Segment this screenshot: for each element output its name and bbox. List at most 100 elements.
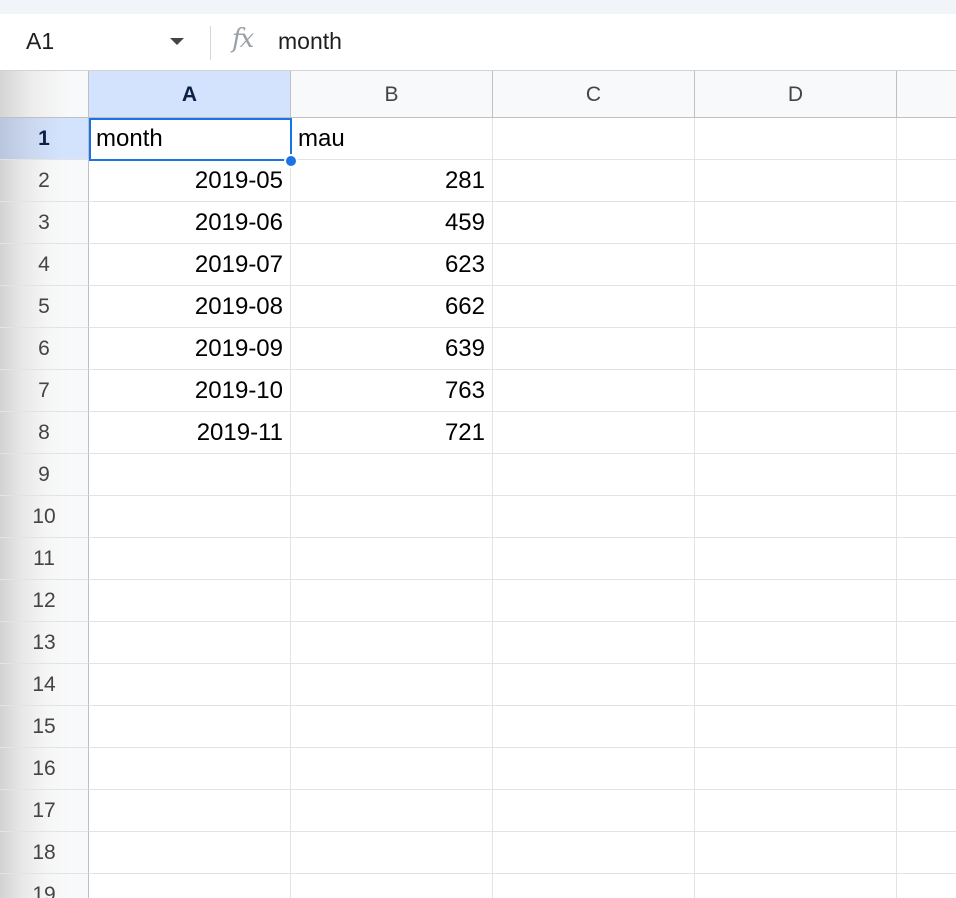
row-header-16[interactable]: 16 (0, 748, 89, 790)
cell-a19[interactable] (89, 874, 291, 898)
cell-b19[interactable] (291, 874, 493, 898)
cell-b6[interactable]: 639 (291, 328, 493, 370)
column-header-e[interactable] (897, 71, 956, 118)
cell-b1[interactable]: mau (291, 118, 493, 160)
cell-d9[interactable] (695, 454, 897, 496)
cell-a1[interactable]: month (89, 118, 291, 160)
cell-a13[interactable] (89, 622, 291, 664)
cell-a8[interactable]: 2019-11 (89, 412, 291, 454)
cell-b3[interactable]: 459 (291, 202, 493, 244)
cell-a15[interactable] (89, 706, 291, 748)
row-header-9[interactable]: 9 (0, 454, 89, 496)
cell-d16[interactable] (695, 748, 897, 790)
cell-d12[interactable] (695, 580, 897, 622)
cell-a11[interactable] (89, 538, 291, 580)
row-header-4[interactable]: 4 (0, 244, 89, 286)
cell-b12[interactable] (291, 580, 493, 622)
select-all-corner[interactable] (0, 71, 89, 118)
formula-input[interactable]: month (278, 28, 342, 55)
row-header-10[interactable]: 10 (0, 496, 89, 538)
cell-c18[interactable] (493, 832, 695, 874)
row-header-12[interactable]: 12 (0, 580, 89, 622)
cell-a9[interactable] (89, 454, 291, 496)
row-header-19[interactable]: 19 (0, 874, 89, 898)
cell-d3[interactable] (695, 202, 897, 244)
cell-b4[interactable]: 623 (291, 244, 493, 286)
cell-d6[interactable] (695, 328, 897, 370)
name-box-dropdown-icon[interactable] (170, 38, 184, 45)
row-header-6[interactable]: 6 (0, 328, 89, 370)
row-header-11[interactable]: 11 (0, 538, 89, 580)
cell-b17[interactable] (291, 790, 493, 832)
cell-c17[interactable] (493, 790, 695, 832)
cell-b11[interactable] (291, 538, 493, 580)
cell-b10[interactable] (291, 496, 493, 538)
cell-a3[interactable]: 2019-06 (89, 202, 291, 244)
cell-e1[interactable] (897, 118, 956, 160)
cell-d2[interactable] (695, 160, 897, 202)
cell-c10[interactable] (493, 496, 695, 538)
column-header-c[interactable]: C (493, 71, 695, 118)
cell-c6[interactable] (493, 328, 695, 370)
column-header-a[interactable]: A (89, 71, 291, 118)
column-header-d[interactable]: D (695, 71, 897, 118)
cell-a2[interactable]: 2019-05 (89, 160, 291, 202)
cell-c19[interactable] (493, 874, 695, 898)
cell-e18[interactable] (897, 832, 956, 874)
cell-b13[interactable] (291, 622, 493, 664)
cell-c12[interactable] (493, 580, 695, 622)
row-header-3[interactable]: 3 (0, 202, 89, 244)
cell-b16[interactable] (291, 748, 493, 790)
row-header-17[interactable]: 17 (0, 790, 89, 832)
cell-d11[interactable] (695, 538, 897, 580)
cell-e9[interactable] (897, 454, 956, 496)
cell-b15[interactable] (291, 706, 493, 748)
cell-e16[interactable] (897, 748, 956, 790)
cell-a16[interactable] (89, 748, 291, 790)
cell-e5[interactable] (897, 286, 956, 328)
cell-c11[interactable] (493, 538, 695, 580)
fill-handle[interactable] (284, 154, 298, 168)
cell-c1[interactable] (493, 118, 695, 160)
cell-e3[interactable] (897, 202, 956, 244)
cell-d18[interactable] (695, 832, 897, 874)
row-header-13[interactable]: 13 (0, 622, 89, 664)
cell-e2[interactable] (897, 160, 956, 202)
cell-c4[interactable] (493, 244, 695, 286)
cell-e13[interactable] (897, 622, 956, 664)
cell-e14[interactable] (897, 664, 956, 706)
cell-c5[interactable] (493, 286, 695, 328)
cell-c14[interactable] (493, 664, 695, 706)
cell-b5[interactable]: 662 (291, 286, 493, 328)
cell-e11[interactable] (897, 538, 956, 580)
cell-e12[interactable] (897, 580, 956, 622)
cell-a10[interactable] (89, 496, 291, 538)
row-header-14[interactable]: 14 (0, 664, 89, 706)
cell-d13[interactable] (695, 622, 897, 664)
row-header-1[interactable]: 1 (0, 118, 89, 160)
cell-e19[interactable] (897, 874, 956, 898)
cell-e4[interactable] (897, 244, 956, 286)
row-header-15[interactable]: 15 (0, 706, 89, 748)
cell-d19[interactable] (695, 874, 897, 898)
cell-a4[interactable]: 2019-07 (89, 244, 291, 286)
cell-d7[interactable] (695, 370, 897, 412)
cell-d1[interactable] (695, 118, 897, 160)
cell-c8[interactable] (493, 412, 695, 454)
cell-a5[interactable]: 2019-08 (89, 286, 291, 328)
cell-b9[interactable] (291, 454, 493, 496)
cell-d17[interactable] (695, 790, 897, 832)
row-header-2[interactable]: 2 (0, 160, 89, 202)
cell-c13[interactable] (493, 622, 695, 664)
cell-b14[interactable] (291, 664, 493, 706)
cell-b8[interactable]: 721 (291, 412, 493, 454)
cell-d15[interactable] (695, 706, 897, 748)
name-box[interactable]: A1 (26, 28, 54, 55)
cell-c2[interactable] (493, 160, 695, 202)
cell-a12[interactable] (89, 580, 291, 622)
cell-e17[interactable] (897, 790, 956, 832)
cell-e15[interactable] (897, 706, 956, 748)
cell-c3[interactable] (493, 202, 695, 244)
cell-a6[interactable]: 2019-09 (89, 328, 291, 370)
cell-a17[interactable] (89, 790, 291, 832)
